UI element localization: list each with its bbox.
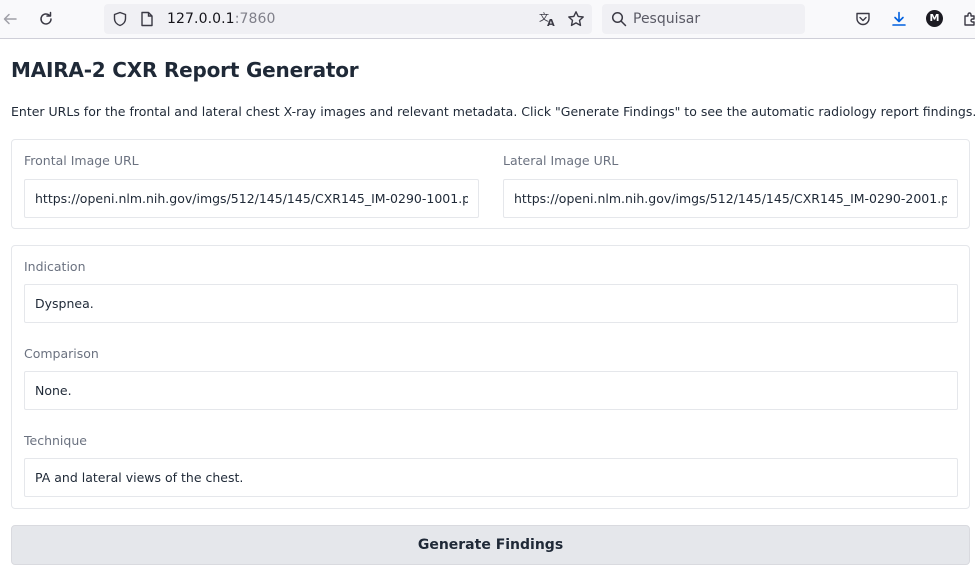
- url-port: :7860: [234, 11, 276, 27]
- page-info-icon[interactable]: [137, 9, 157, 29]
- translate-icon[interactable]: 文A: [538, 9, 558, 29]
- reload-icon[interactable]: [36, 9, 56, 29]
- bookmark-star-icon[interactable]: [566, 9, 586, 29]
- tracking-protection-icon[interactable]: [110, 9, 130, 29]
- url-text: 127.0.0.1:7860: [167, 11, 276, 27]
- url-bar[interactable]: 127.0.0.1:7860 文A: [104, 4, 592, 34]
- search-placeholder: Pesquisar: [633, 11, 701, 27]
- browser-toolbar: 127.0.0.1:7860 文A Pesquisar M: [0, 0, 975, 39]
- comparison-label: Comparison: [24, 346, 99, 361]
- frontal-image-label: Frontal Image URL: [24, 153, 139, 168]
- frontal-image-input[interactable]: [24, 179, 479, 218]
- comparison-input[interactable]: [24, 371, 958, 410]
- metadata-panel: Indication Comparison Technique: [11, 245, 970, 509]
- page-description: Enter URLs for the frontal and lateral c…: [11, 104, 975, 119]
- search-bar[interactable]: Pesquisar: [602, 4, 805, 34]
- downloads-icon[interactable]: [889, 9, 909, 29]
- technique-input[interactable]: [24, 458, 958, 497]
- url-host: 127.0.0.1: [167, 11, 235, 27]
- page-title: MAIRA-2 CXR Report Generator: [11, 58, 359, 82]
- search-icon: [609, 9, 629, 29]
- account-avatar[interactable]: M: [926, 10, 943, 27]
- lateral-image-label: Lateral Image URL: [503, 153, 619, 168]
- image-urls-panel: Frontal Image URL Lateral Image URL: [11, 139, 970, 229]
- back-arrow-icon[interactable]: [0, 9, 20, 29]
- indication-label: Indication: [24, 259, 86, 274]
- lateral-image-input[interactable]: [503, 179, 958, 218]
- pocket-icon[interactable]: [853, 9, 873, 29]
- extensions-icon[interactable]: [960, 9, 975, 29]
- technique-label: Technique: [24, 433, 87, 448]
- svg-text:A: A: [547, 18, 555, 27]
- indication-input[interactable]: [24, 284, 958, 323]
- generate-findings-button[interactable]: Generate Findings: [11, 525, 970, 565]
